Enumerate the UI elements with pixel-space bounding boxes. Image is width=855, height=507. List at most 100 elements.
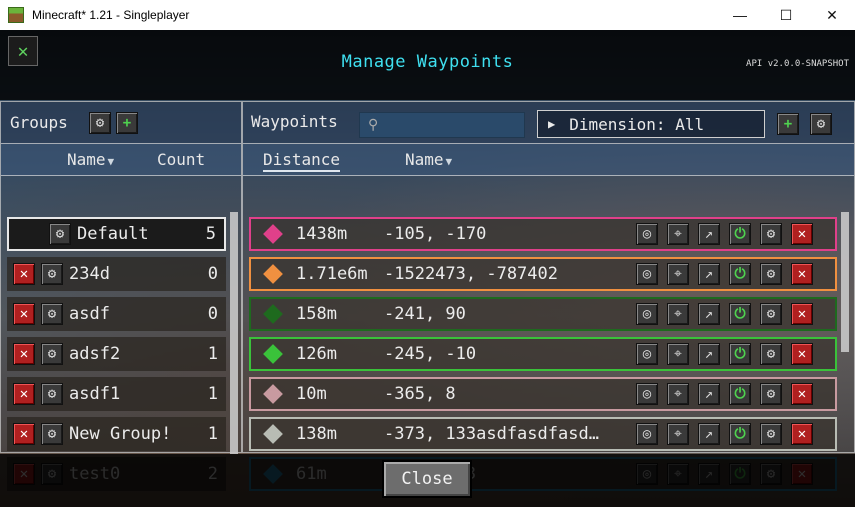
dimension-filter-button[interactable]: ▶ Dimension: All [537,110,765,138]
window-close-button[interactable]: ✕ [809,0,855,30]
minimize-button[interactable]: — [717,0,763,30]
delete-group-button[interactable]: ✕ [13,383,35,405]
group-settings-icon[interactable]: ⚙ [41,383,63,405]
edit-settings-icon[interactable]: ⚙ [760,303,782,325]
power-toggle-icon[interactable]: ⏻ [729,263,751,285]
sort-down-icon: ▼ [107,155,115,168]
delete-waypoint-button[interactable]: ✕ [791,263,813,285]
delete-waypoint-button[interactable]: ✕ [791,383,813,405]
edit-settings-icon[interactable]: ⚙ [760,223,782,245]
waypoint-color-icon [263,304,283,324]
group-settings-icon[interactable]: ⚙ [41,303,63,325]
share-icon[interactable]: ↗ [698,263,720,285]
add-waypoint-button[interactable]: + [777,113,799,135]
waypoint-row[interactable]: 126m -245, -10 ◎ ⌖ ↗ ⏻ ⚙ ✕ [249,337,837,371]
waypoints-scrollbar[interactable] [841,212,849,352]
group-count: 0 [207,264,218,284]
group-row[interactable]: ✕ ⚙ New Group! 1 [7,417,226,451]
share-icon[interactable]: ↗ [698,383,720,405]
delete-waypoint-button[interactable]: ✕ [791,303,813,325]
waypoints-panel: Waypoints ⚲ ▶ Dimension: All + ⚙ Distanc… [242,101,855,491]
group-name: Default [77,224,149,244]
delete-group-button[interactable]: ✕ [13,263,35,285]
location-pin-icon[interactable]: ⌖ [667,423,689,445]
waypoint-row[interactable]: 10m -365, 8 ◎ ⌖ ↗ ⏻ ⚙ ✕ [249,377,837,411]
teleport-icon[interactable]: ◎ [636,343,658,365]
edit-settings-icon[interactable]: ⚙ [760,423,782,445]
power-toggle-icon[interactable]: ⏻ [729,343,751,365]
waypoint-settings-icon[interactable]: ⚙ [810,113,832,135]
groups-scrollbar[interactable] [230,212,238,454]
group-name: asdf1 [69,384,121,404]
teleport-icon[interactable]: ◎ [636,223,658,245]
group-name: asdf [69,304,110,324]
delete-waypoint-button[interactable]: ✕ [791,423,813,445]
delete-group-button[interactable]: ✕ [13,423,35,445]
group-row[interactable]: ⚙ Default 5 [7,217,226,251]
group-count: 1 [207,424,218,444]
location-pin-icon[interactable]: ⌖ [667,383,689,405]
group-row[interactable]: ✕ ⚙ 234d 0 [7,257,226,291]
location-pin-icon[interactable]: ⌖ [667,303,689,325]
waypoints-name-column-label: Name [405,150,444,169]
group-row[interactable]: ✕ ⚙ adsf2 1 [7,337,226,371]
minecraft-app-icon [8,7,24,23]
search-input[interactable]: ⚲ [359,112,525,138]
group-row[interactable]: ✕ ⚙ asdf1 1 [7,377,226,411]
edit-settings-icon[interactable]: ⚙ [760,263,782,285]
maximize-button[interactable]: ☐ [763,0,809,30]
close-button[interactable]: Close [382,460,472,498]
edit-settings-icon[interactable]: ⚙ [760,343,782,365]
waypoint-coords: -245, -10 [384,344,477,364]
group-settings-icon[interactable]: ⚙ [41,343,63,365]
search-icon: ⚲ [368,117,379,133]
location-pin-icon[interactable]: ⌖ [667,223,689,245]
teleport-icon[interactable]: ◎ [636,263,658,285]
share-icon[interactable]: ↗ [698,343,720,365]
groups-panel: Groups ⚙ + Name ▼ Count ⚙ Default 5 ✕ ⚙ 234d 0 ✕… [0,101,242,491]
api-version-label: API v2.0.0-SNAPSHOT [746,59,849,69]
group-settings-icon[interactable]: ⚙ [41,263,63,285]
waypoint-row[interactable]: 138m -373, 133asdfasdfasd… ◎ ⌖ ↗ ⏻ ⚙ ✕ [249,417,837,451]
teleport-icon[interactable]: ◎ [636,383,658,405]
group-settings-icon[interactable]: ⚙ [41,423,63,445]
waypoint-row[interactable]: 158m -241, 90 ◎ ⌖ ↗ ⏻ ⚙ ✕ [249,297,837,331]
group-settings-icon[interactable]: ⚙ [89,112,111,134]
groups-name-column-label: Name [67,150,106,169]
waypoints-column-header: Distance Name ▼ [243,144,854,176]
waypoint-coords: -1522473, -787402 [384,264,558,284]
share-icon[interactable]: ↗ [698,223,720,245]
groups-name-column[interactable]: Name ▼ [67,150,114,169]
location-pin-icon[interactable]: ⌖ [667,263,689,285]
waypoints-name-column[interactable]: Name ▼ [405,150,452,169]
group-settings-icon[interactable]: ⚙ [49,223,71,245]
power-toggle-icon[interactable]: ⏻ [729,423,751,445]
delete-waypoint-button[interactable]: ✕ [791,343,813,365]
window-titlebar: Minecraft* 1.21 - Singleplayer — ☐ ✕ [0,0,855,30]
delete-group-button[interactable]: ✕ [13,343,35,365]
share-icon[interactable]: ↗ [698,423,720,445]
add-group-button[interactable]: + [116,112,138,134]
delete-group-button[interactable]: ✕ [13,303,35,325]
waypoint-row[interactable]: 1.71e6m -1522473, -787402 ◎ ⌖ ↗ ⏻ ⚙ ✕ [249,257,837,291]
waypoint-actions: ◎ ⌖ ↗ ⏻ ⚙ ✕ [636,343,813,365]
location-pin-icon[interactable]: ⌖ [667,343,689,365]
share-icon[interactable]: ↗ [698,303,720,325]
delete-waypoint-button[interactable]: ✕ [791,223,813,245]
waypoint-color-icon [263,264,283,284]
waypoint-distance: 1438m [296,224,348,244]
groups-count-column[interactable]: Count [157,150,205,169]
teleport-icon[interactable]: ◎ [636,423,658,445]
power-toggle-icon[interactable]: ⏻ [729,303,751,325]
waypoint-color-icon [263,384,283,404]
teleport-icon[interactable]: ◎ [636,303,658,325]
group-row[interactable]: ✕ ⚙ asdf 0 [7,297,226,331]
power-toggle-icon[interactable]: ⏻ [729,223,751,245]
power-toggle-icon[interactable]: ⏻ [729,383,751,405]
waypoint-row[interactable]: 1438m -105, -170 ◎ ⌖ ↗ ⏻ ⚙ ✕ [249,217,837,251]
play-icon: ▶ [548,117,556,131]
distance-column[interactable]: Distance [263,150,341,172]
dimension-filter-label: Dimension: All [569,114,705,134]
edit-settings-icon[interactable]: ⚙ [760,383,782,405]
group-count: 5 [205,224,216,244]
